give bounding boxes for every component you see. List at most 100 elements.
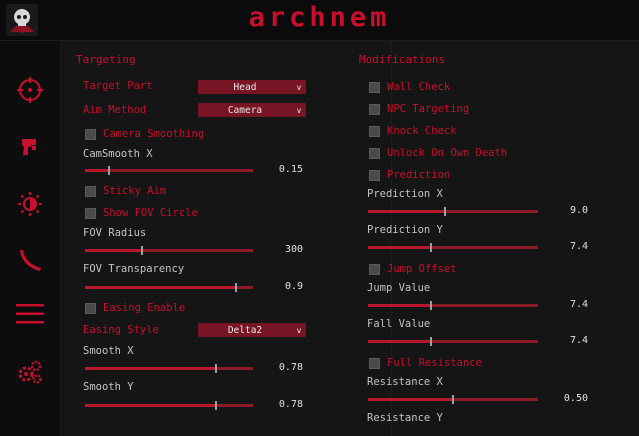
title-bar: ⌁ archnem — [0, 0, 639, 41]
sidebar-item-misc[interactable] — [13, 243, 47, 277]
npc-targeting-label: NPC Targeting — [387, 103, 470, 115]
slider-fill — [368, 246, 431, 249]
sidebar — [0, 41, 61, 436]
unlock-on-own-death-label: Unlock On Own Death — [387, 147, 508, 159]
smooth-y-slider[interactable] — [85, 401, 253, 410]
fov-transparency-label: FOV Transparency — [83, 263, 185, 275]
slider-thumb[interactable] — [235, 283, 237, 292]
smooth-x-label: Smooth X — [83, 345, 134, 357]
sidebar-item-targeting[interactable] — [13, 73, 47, 107]
slider-fill — [85, 404, 216, 407]
wall-check-checkbox[interactable]: Wall Check — [369, 80, 450, 94]
sticky-aim-checkbox[interactable]: Sticky Aim — [85, 184, 166, 198]
checkbox-box — [369, 147, 380, 159]
camsmooth-x-slider[interactable] — [85, 166, 253, 175]
checkbox-box — [85, 128, 96, 140]
slider-thumb[interactable] — [108, 166, 110, 175]
checkbox-box — [369, 357, 380, 369]
slider-fill — [85, 367, 216, 370]
slider-fill — [85, 169, 109, 172]
camera-smoothing-label: Camera Smoothing — [103, 128, 205, 140]
main-panel: Targeting Target Part Head v Aim Method … — [61, 41, 639, 436]
jump-value-value: 7.4 — [569, 299, 588, 310]
smooth-x-value: 0.78 — [278, 362, 303, 373]
target-part-value: Head — [233, 81, 257, 93]
slider-thumb[interactable] — [444, 207, 446, 216]
checkbox-box — [369, 103, 380, 115]
hamburger-icon — [16, 304, 44, 324]
slider-thumb[interactable] — [430, 243, 432, 252]
easing-style-label: Easing Style — [83, 324, 159, 336]
target-part-label: Target Part — [83, 80, 153, 92]
slider-fill — [368, 398, 453, 401]
slider-thumb[interactable] — [215, 401, 217, 410]
jump-offset-label: Jump Offset — [387, 263, 457, 275]
checkbox-box — [369, 125, 380, 137]
resistance-x-slider[interactable] — [368, 395, 538, 404]
knock-check-checkbox[interactable]: Knock Check — [369, 124, 457, 138]
app-title: archnem — [248, 2, 391, 33]
modifications-section-title: Modifications — [359, 53, 446, 66]
prediction-y-label: Prediction Y — [367, 224, 443, 236]
slider-thumb[interactable] — [215, 364, 217, 373]
slider-thumb[interactable] — [452, 395, 454, 404]
smooth-y-value: 0.78 — [278, 399, 303, 410]
knock-check-label: Knock Check — [387, 125, 457, 137]
jump-offset-checkbox[interactable]: Jump Offset — [369, 262, 457, 276]
checkbox-box — [369, 81, 380, 93]
sidebar-item-menu[interactable] — [13, 297, 47, 331]
slider-fill — [85, 286, 236, 289]
resistance-y-label: Resistance Y — [367, 412, 443, 424]
prediction-checkbox[interactable]: Prediction — [369, 168, 450, 182]
easing-style-dropdown[interactable]: Delta2 v — [198, 323, 306, 337]
chevron-down-icon: v — [296, 105, 302, 115]
camera-smoothing-checkbox[interactable]: Camera Smoothing — [85, 127, 204, 141]
resistance-x-value: 0.50 — [563, 393, 588, 404]
easing-style-value: Delta2 — [227, 324, 263, 336]
fall-value-slider[interactable] — [368, 337, 538, 346]
slider-track — [85, 169, 253, 172]
wall-check-label: Wall Check — [387, 81, 451, 93]
targeting-section-title: Targeting — [76, 53, 136, 66]
sidebar-item-weapon[interactable] — [13, 131, 47, 165]
fov-transparency-value: 0.9 — [284, 281, 303, 292]
fall-value-value: 7.4 — [569, 335, 588, 346]
smooth-x-slider[interactable] — [85, 364, 253, 373]
aim-method-dropdown[interactable]: Camera v — [198, 103, 306, 117]
prediction-x-slider[interactable] — [368, 207, 538, 216]
fall-value-label: Fall Value — [367, 318, 431, 330]
slider-thumb[interactable] — [430, 301, 432, 310]
fov-radius-value: 300 — [284, 244, 303, 255]
smooth-y-label: Smooth Y — [83, 381, 134, 393]
sidebar-item-settings[interactable] — [13, 355, 47, 389]
slider-fill — [368, 304, 431, 307]
checkbox-box — [369, 169, 380, 181]
show-fov-circle-checkbox[interactable]: Show FOV Circle — [85, 206, 198, 220]
slider-thumb[interactable] — [141, 246, 143, 255]
unlock-on-own-death-checkbox[interactable]: Unlock On Own Death — [369, 146, 507, 160]
camsmooth-x-label: CamSmooth X — [83, 148, 153, 160]
aim-method-value: Camera — [227, 104, 263, 116]
show-fov-circle-label: Show FOV Circle — [103, 207, 198, 219]
resistance-x-label: Resistance X — [367, 376, 443, 388]
fov-transparency-slider[interactable] — [85, 283, 253, 292]
easing-enable-checkbox[interactable]: Easing Enable — [85, 301, 185, 315]
sun-icon — [18, 192, 42, 216]
prediction-label: Prediction — [387, 169, 451, 181]
prediction-x-label: Prediction X — [367, 188, 443, 200]
npc-targeting-checkbox[interactable]: NPC Targeting — [369, 102, 469, 116]
checkbox-box — [369, 263, 380, 275]
jump-value-label: Jump Value — [367, 282, 431, 294]
chevron-down-icon: v — [296, 325, 302, 335]
full-resistance-checkbox[interactable]: Full Resistance — [369, 356, 482, 370]
sidebar-item-visuals[interactable] — [13, 187, 47, 221]
checkbox-box — [85, 302, 96, 314]
target-part-dropdown[interactable]: Head v — [198, 80, 306, 94]
fov-radius-slider[interactable] — [85, 246, 253, 255]
prediction-y-value: 7.4 — [569, 241, 588, 252]
checkbox-box — [85, 185, 96, 197]
jump-value-slider[interactable] — [368, 301, 538, 310]
slider-fill — [368, 210, 445, 213]
prediction-y-slider[interactable] — [368, 243, 538, 252]
slider-thumb[interactable] — [430, 337, 432, 346]
